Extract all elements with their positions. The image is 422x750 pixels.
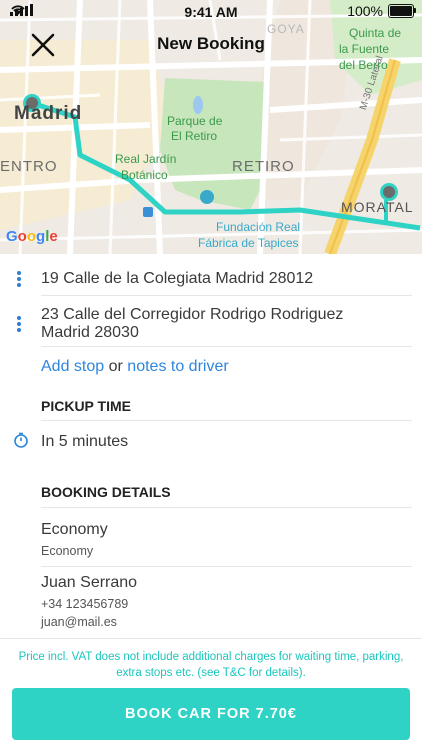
vehicle-class-row[interactable]: Economy Economy xyxy=(0,516,422,562)
battery-percent: 100% xyxy=(347,3,383,19)
dropoff-address-row[interactable]: 23 Calle del Corregidor Rodrigo Rodrigue… xyxy=(0,300,422,344)
timer-icon xyxy=(13,432,29,453)
notes-to-driver-link[interactable]: notes to driver xyxy=(127,358,228,375)
pickup-address-row[interactable]: 19 Calle de la Colegiata Madrid 28012 xyxy=(0,262,422,294)
pickup-time-row[interactable]: In 5 minutes xyxy=(0,426,422,456)
passenger-name: Juan Serrano xyxy=(41,574,138,591)
add-stop-link[interactable]: Add stop xyxy=(41,358,104,375)
map-label-madrid: Madrid xyxy=(14,103,83,124)
divider xyxy=(41,566,412,567)
divider xyxy=(41,346,412,347)
pickup-address: 19 Calle de la Colegiata Madrid 28012 xyxy=(41,270,314,287)
map-label-fundacion-1: Fundación Real xyxy=(216,220,301,234)
passenger-row[interactable]: Juan Serrano +34 123456789 juan@mail.es xyxy=(0,570,422,636)
pickup-time-value: In 5 minutes xyxy=(41,433,129,450)
divider xyxy=(0,638,422,639)
or-text: or xyxy=(108,358,123,375)
map-label-retiro: RETIRO xyxy=(232,158,295,175)
book-car-button[interactable]: BOOK CAR FOR 7.70€ xyxy=(12,688,410,740)
divider xyxy=(41,295,412,296)
vehicle-class-title: Economy xyxy=(41,521,108,538)
pickup-time-heading: PICKUP TIME xyxy=(41,398,131,414)
map-label-centro: ENTRO xyxy=(0,158,58,175)
booking-details-heading: BOOKING DETAILS xyxy=(41,484,171,500)
trip-extras-row: Add stop or notes to driver xyxy=(0,356,422,380)
price-notice: Price incl. VAT does not include additio… xyxy=(18,651,404,679)
dropoff-address-line2: Madrid 28030 xyxy=(41,324,139,341)
divider xyxy=(41,420,412,421)
battery-icon xyxy=(388,4,416,18)
reorder-dots-icon xyxy=(17,316,23,334)
map-label-parque-1: Parque de xyxy=(167,114,223,128)
map-label-jardin-1: Real Jardín xyxy=(115,152,177,166)
passenger-email: juan@mail.es xyxy=(41,615,117,629)
map-label-fundacion-2: Fábrica de Tapices xyxy=(198,236,299,250)
status-bar: 9:41 AM 100% xyxy=(0,0,422,24)
reorder-dots-icon xyxy=(17,271,23,289)
map-view[interactable]: Madrid ENTRO GOYA Quinta de la Fuente de… xyxy=(0,0,422,254)
map-label-parque-2: El Retiro xyxy=(171,129,218,143)
vehicle-class-subtitle: Economy xyxy=(41,544,94,558)
map-label-jardin-2: Botánico xyxy=(121,168,168,182)
google-logo: Google xyxy=(6,228,58,245)
divider xyxy=(41,507,412,508)
map-label-moratalaz: MORATAL xyxy=(341,199,414,215)
page-title: New Booking xyxy=(157,34,265,53)
